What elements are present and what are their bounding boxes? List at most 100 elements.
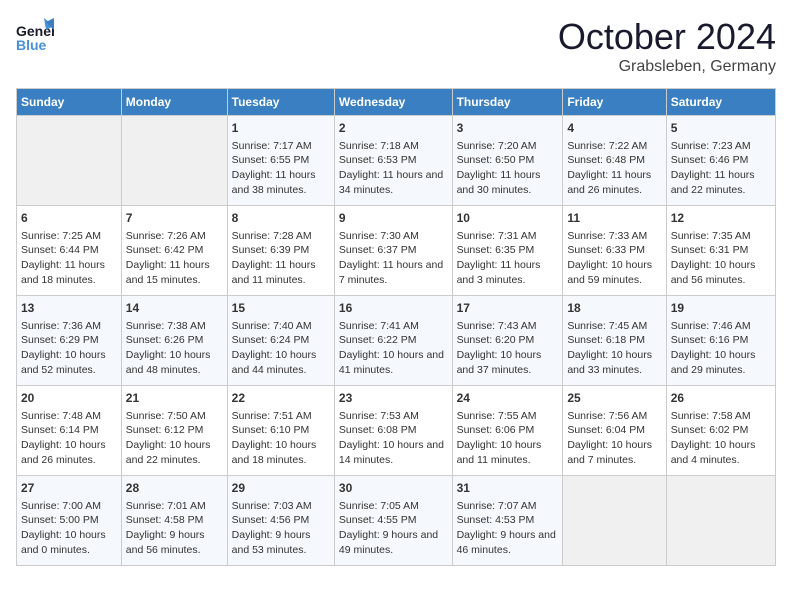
calendar-table: SundayMondayTuesdayWednesdayThursdayFrid… [16,88,776,566]
daylight-text: Daylight: 10 hours and 14 minutes. [339,438,448,467]
daylight-text: Daylight: 11 hours and 3 minutes. [457,258,559,287]
day-number: 4 [567,120,661,137]
calendar-cell: 11Sunrise: 7:33 AMSunset: 6:33 PMDayligh… [563,206,666,296]
sunrise-text: Sunrise: 7:05 AM [339,499,448,514]
daylight-text: Daylight: 9 hours and 53 minutes. [232,528,330,557]
daylight-text: Daylight: 10 hours and 59 minutes. [567,258,661,287]
calendar-cell: 28Sunrise: 7:01 AMSunset: 4:58 PMDayligh… [121,476,227,566]
sunset-text: Sunset: 6:55 PM [232,153,330,168]
sunset-text: Sunset: 6:53 PM [339,153,448,168]
calendar-cell: 1Sunrise: 7:17 AMSunset: 6:55 PMDaylight… [227,116,334,206]
calendar-cell: 19 Sunrise: 7:46 AMSunset: 6:16 PMDayligh… [666,296,775,386]
day-number: 23 [339,390,448,407]
calendar-week-1: 1Sunrise: 7:17 AMSunset: 6:55 PMDaylight… [17,116,776,206]
sunset-text: Sunset: 6:50 PM [457,153,559,168]
location: Grabsleben, Germany [558,58,776,76]
calendar-cell: 21Sunrise: 7:50 AMSunset: 6:12 PMDayligh… [121,386,227,476]
calendar-cell: 18Sunrise: 7:45 AMSunset: 6:18 PMDayligh… [563,296,666,386]
sunset-text: Sunset: 6:14 PM [21,423,117,438]
sunset-text: Sunset: 6:48 PM [567,153,661,168]
weekday-header-wednesday: Wednesday [334,89,452,116]
daylight-text: Daylight: 11 hours and 11 minutes. [232,258,330,287]
day-number: 16 [339,300,448,317]
calendar-cell: 2Sunrise: 7:18 AMSunset: 6:53 PMDaylight… [334,116,452,206]
calendar-cell: 29Sunrise: 7:03 AMSunset: 4:56 PMDayligh… [227,476,334,566]
calendar-cell: 20 Sunrise: 7:48 AMSunset: 6:14 PMDayligh… [17,386,122,476]
calendar-cell: 24Sunrise: 7:55 AMSunset: 6:06 PMDayligh… [452,386,563,476]
daylight-text: Daylight: 11 hours and 18 minutes. [21,258,117,287]
daylight-text: Daylight: 10 hours and 33 minutes. [567,348,661,377]
sunrise-text: Sunrise: 7:17 AM [232,139,330,154]
sunset-text: Sunset: 6:39 PM [232,243,330,258]
day-number: 25 [567,390,661,407]
day-number: 15 [232,300,330,317]
daylight-text: Daylight: 11 hours and 15 minutes. [126,258,223,287]
sunrise-text: Sunrise: 7:53 AM [339,409,448,424]
sunrise-text: Sunrise: 7:50 AM [126,409,223,424]
day-number: 11 [567,210,661,227]
sunset-text: Sunset: 4:56 PM [232,513,330,528]
sunset-text: Sunset: 6:24 PM [232,333,330,348]
sunset-text: Sunset: 6:37 PM [339,243,448,258]
daylight-text: Daylight: 11 hours and 7 minutes. [339,258,448,287]
daylight-text: Daylight: 10 hours and 48 minutes. [126,348,223,377]
sunrise-text: Sunrise: 7:36 AM [21,319,117,334]
daylight-text: Daylight: 11 hours and 38 minutes. [232,168,330,197]
calendar-week-2: 6Sunrise: 7:25 AMSunset: 6:44 PMDaylight… [17,206,776,296]
day-number: 8 [232,210,330,227]
sunrise-text: Sunrise: 7:51 AM [232,409,330,424]
sunrise-text: Sunrise: 7:43 AM [457,319,559,334]
sunset-text: Sunset: 6:22 PM [339,333,448,348]
sunset-text: Sunset: 6:20 PM [457,333,559,348]
daylight-text: Daylight: 10 hours and 26 minutes. [21,438,117,467]
day-number: 22 [232,390,330,407]
sunset-text: Sunset: 6:02 PM [671,423,771,438]
day-number: 5 [671,120,771,137]
daylight-text: Daylight: 10 hours and 0 minutes. [21,528,117,557]
calendar-cell: 15Sunrise: 7:40 AMSunset: 6:24 PMDayligh… [227,296,334,386]
weekday-header-thursday: Thursday [452,89,563,116]
sunrise-text: Sunrise: 7:18 AM [339,139,448,154]
sunset-text: Sunset: 6:42 PM [126,243,223,258]
day-number: 19 [671,300,771,317]
daylight-text: Daylight: 10 hours and 11 minutes. [457,438,559,467]
day-number: 7 [126,210,223,227]
sunset-text: Sunset: 6:46 PM [671,153,771,168]
title-area: October 2024 Grabsleben, Germany [558,16,776,76]
daylight-text: Daylight: 10 hours and 7 minutes. [567,438,661,467]
day-number: 29 [232,480,330,497]
calendar-cell: 9Sunrise: 7:30 AMSunset: 6:37 PMDaylight… [334,206,452,296]
sunrise-text: Sunrise: 7:07 AM [457,499,559,514]
sunrise-text: Sunrise: 7:41 AM [339,319,448,334]
sunrise-text: Sunrise: 7:48 AM [21,409,117,424]
sunset-text: Sunset: 6:16 PM [671,333,771,348]
calendar-cell: 27Sunrise: 7:00 AMSunset: 5:00 PMDayligh… [17,476,122,566]
daylight-text: Daylight: 10 hours and 4 minutes. [671,438,771,467]
sunset-text: Sunset: 4:55 PM [339,513,448,528]
day-number: 6 [21,210,117,227]
day-number: 28 [126,480,223,497]
sunset-text: Sunset: 5:00 PM [21,513,117,528]
daylight-text: Daylight: 10 hours and 41 minutes. [339,348,448,377]
day-number: 20 [21,390,117,407]
weekday-header-row: SundayMondayTuesdayWednesdayThursdayFrid… [17,89,776,116]
day-number: 31 [457,480,559,497]
daylight-text: Daylight: 10 hours and 52 minutes. [21,348,117,377]
calendar-cell: 13 Sunrise: 7:36 AMSunset: 6:29 PMDayligh… [17,296,122,386]
calendar-cell: 31Sunrise: 7:07 AMSunset: 4:53 PMDayligh… [452,476,563,566]
day-number: 13 [21,300,117,317]
logo: General Blue [16,16,54,59]
sunrise-text: Sunrise: 7:28 AM [232,229,330,244]
sunrise-text: Sunrise: 7:45 AM [567,319,661,334]
daylight-text: Daylight: 9 hours and 49 minutes. [339,528,448,557]
calendar-cell: 14Sunrise: 7:38 AMSunset: 6:26 PMDayligh… [121,296,227,386]
day-number: 12 [671,210,771,227]
daylight-text: Daylight: 10 hours and 29 minutes. [671,348,771,377]
sunset-text: Sunset: 6:29 PM [21,333,117,348]
sunrise-text: Sunrise: 7:46 AM [671,319,771,334]
sunset-text: Sunset: 6:08 PM [339,423,448,438]
calendar-cell [563,476,666,566]
sunset-text: Sunset: 4:58 PM [126,513,223,528]
calendar-cell [666,476,775,566]
calendar-week-4: 20Sunrise: 7:48 AMSunset: 6:14 PMDayligh… [17,386,776,476]
